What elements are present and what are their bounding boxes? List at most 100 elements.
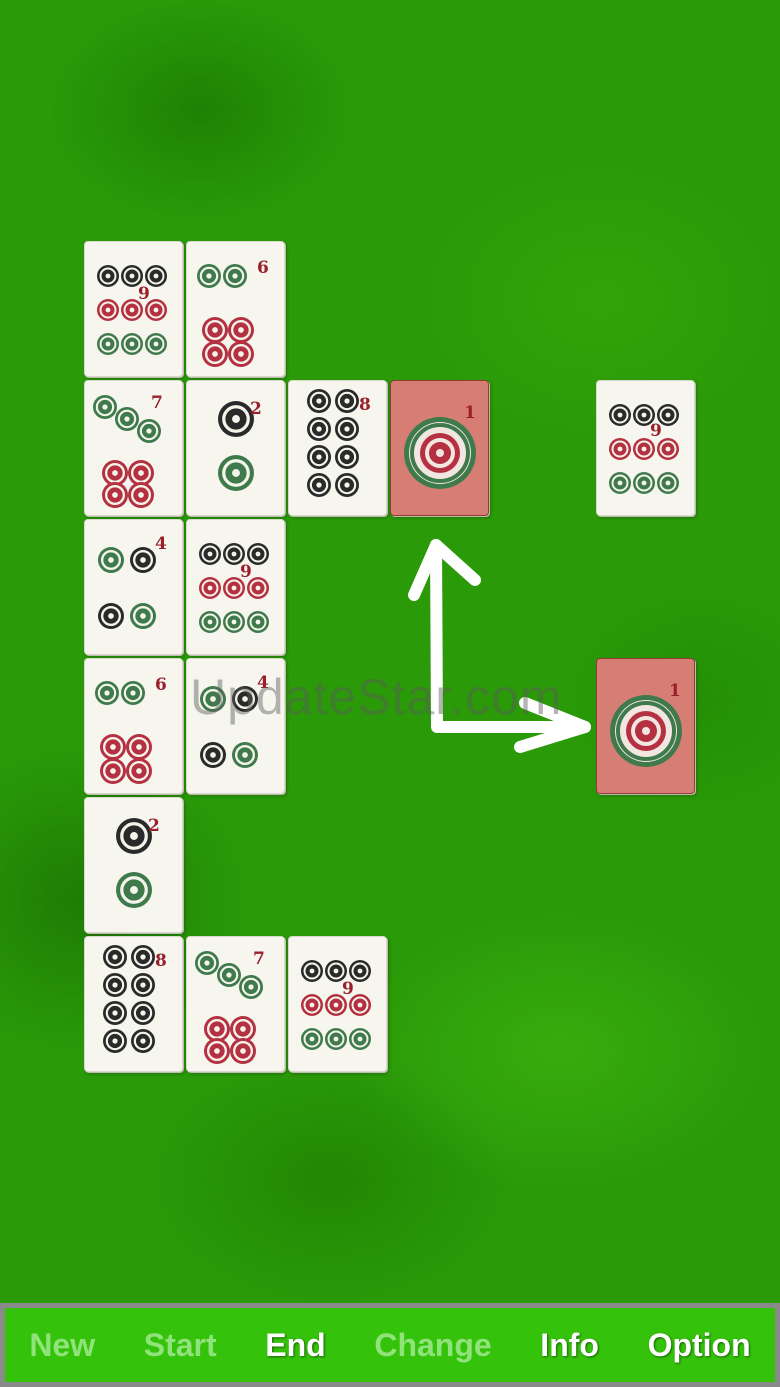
new-button[interactable]: New: [29, 1327, 95, 1364]
dot-pip: [103, 1001, 127, 1025]
dot-pip: [121, 333, 143, 355]
dot-pip: [335, 473, 359, 497]
dot-pip: [126, 734, 152, 760]
tile-number: 7: [151, 393, 163, 413]
dot-pip: [102, 482, 128, 508]
dot-pip: [130, 603, 156, 629]
dot-pip: [95, 681, 119, 705]
dot-pip: [325, 1028, 347, 1050]
dot-pip: [239, 975, 263, 999]
dot-pip: [137, 419, 161, 443]
dot-pip: [131, 945, 155, 969]
tile-dots-8[interactable]: 8: [288, 380, 387, 516]
tile-dots-1-selected[interactable]: 1: [596, 658, 695, 794]
dot-pip: [204, 1038, 230, 1064]
option-button[interactable]: Option: [648, 1327, 751, 1364]
tile-number: 8: [359, 395, 371, 415]
tile-dots-6[interactable]: 6: [186, 241, 285, 377]
dot-pip: [103, 1029, 127, 1053]
dot-pip: [335, 417, 359, 441]
dot-pip: [335, 389, 359, 413]
dot-pip: [199, 611, 221, 633]
dot-pip: [301, 1028, 323, 1050]
dot-pip-large: [610, 695, 682, 767]
dot-pip: [195, 951, 219, 975]
dot-pip: [228, 317, 254, 343]
tile-dots-7[interactable]: 7: [84, 380, 183, 516]
tile-number: 9: [240, 562, 252, 582]
tile-number: 4: [155, 534, 167, 554]
dot-pip: [121, 681, 145, 705]
dot-pip: [301, 994, 323, 1016]
dot-pip: [307, 417, 331, 441]
dot-pip: [200, 742, 226, 768]
dot-pip: [202, 341, 228, 367]
dot-pip: [97, 333, 119, 355]
dot-pip: [232, 742, 258, 768]
dot-pip: [633, 472, 655, 494]
dot-pip: [217, 963, 241, 987]
dot-pip: [100, 758, 126, 784]
dot-pip: [657, 472, 679, 494]
tile-number: 9: [342, 979, 354, 999]
dot-pip: [97, 265, 119, 287]
watermark: UpdateStar.com: [190, 669, 563, 725]
bottom-toolbar: New Start End Change Info Option: [0, 1303, 780, 1387]
tile-number: 9: [138, 284, 150, 304]
tile-dots-1-selected[interactable]: 1: [390, 380, 489, 516]
dot-pip: [115, 407, 139, 431]
dot-pip: [218, 401, 254, 437]
dot-pip: [103, 973, 127, 997]
dot-pip: [97, 299, 119, 321]
tile-dots-2[interactable]: 2: [84, 797, 183, 933]
tile-number: 1: [464, 403, 476, 423]
tile-number: 9: [650, 421, 662, 441]
dot-pip: [609, 404, 631, 426]
dot-pip: [223, 264, 247, 288]
dot-pip: [247, 611, 269, 633]
dot-pip: [609, 438, 631, 460]
dot-pip: [100, 734, 126, 760]
dot-pip: [335, 445, 359, 469]
tile-dots-9[interactable]: 9: [596, 380, 695, 516]
tile-number: 7: [253, 949, 265, 969]
tile-dots-9[interactable]: 9: [186, 519, 285, 655]
tile-number: 6: [257, 258, 269, 278]
tile-dots-2[interactable]: 2: [186, 380, 285, 516]
tile-number: 2: [250, 399, 262, 419]
dot-pip: [199, 543, 221, 565]
tile-dots-4[interactable]: 4: [84, 519, 183, 655]
game-board: 9 6 7 2 8 1 9 4 9 6 4 1 2 8 7 9 UpdateSt…: [0, 0, 780, 1303]
dot-pip: [230, 1038, 256, 1064]
dot-pip: [130, 547, 156, 573]
tile-dots-9[interactable]: 9: [288, 936, 387, 1072]
dot-pip: [131, 1001, 155, 1025]
tile-dots-9[interactable]: 9: [84, 241, 183, 377]
tile-number: 8: [155, 951, 167, 971]
start-button[interactable]: Start: [144, 1327, 217, 1364]
tile-number: 1: [669, 681, 681, 701]
dot-pip: [131, 973, 155, 997]
dot-pip: [301, 960, 323, 982]
dot-pip: [307, 389, 331, 413]
dot-pip: [657, 438, 679, 460]
dot-pip: [98, 603, 124, 629]
dot-pip: [126, 758, 152, 784]
tile-dots-7[interactable]: 7: [186, 936, 285, 1072]
dot-pip: [609, 472, 631, 494]
dot-pip: [116, 818, 152, 854]
info-button[interactable]: Info: [540, 1327, 599, 1364]
dot-pip: [199, 577, 221, 599]
end-button[interactable]: End: [265, 1327, 325, 1364]
dot-pip: [98, 547, 124, 573]
dot-pip: [223, 611, 245, 633]
dot-pip: [197, 264, 221, 288]
dot-pip: [93, 395, 117, 419]
dot-pip: [145, 333, 167, 355]
change-button[interactable]: Change: [374, 1327, 491, 1364]
tile-dots-6[interactable]: 6: [84, 658, 183, 794]
dot-pip: [349, 1028, 371, 1050]
dot-pip: [633, 438, 655, 460]
tile-dots-8[interactable]: 8: [84, 936, 183, 1072]
dot-pip: [307, 473, 331, 497]
